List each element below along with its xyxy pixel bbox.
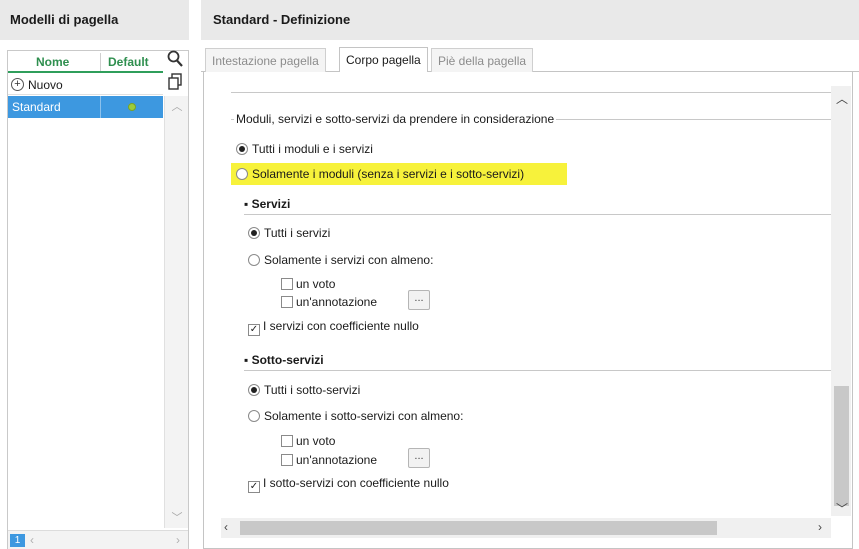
new-model-row[interactable]: + Nuovo [8, 75, 163, 95]
checkbox-servizi-annotazione[interactable]: un'annotazione [281, 295, 377, 309]
checkbox-sotto-voto[interactable]: un voto [281, 434, 335, 448]
definition-title: Standard - Definizione [201, 0, 859, 40]
radio-label: Solamente i moduli (senza i servizi e i … [252, 167, 525, 181]
radio-label: Tutti i sotto-servizi [264, 383, 361, 397]
radio-label: Tutti i servizi [264, 226, 331, 240]
check-icon: ✓ [248, 481, 260, 493]
models-list-panel [7, 50, 189, 549]
checkbox-sotto-coeff[interactable]: ✓ I sotto-servizi con coefficiente nullo [248, 476, 449, 493]
checkbox-label: un'annotazione [296, 453, 378, 467]
checkbox-label: I sotto-servizi con coefficiente nullo [263, 476, 449, 490]
section-title-servizi: ▪ Servizi [244, 197, 291, 211]
chevron-left-icon[interactable]: ‹ [224, 520, 228, 534]
checkbox-label: un voto [296, 277, 336, 291]
radio-all-servizi[interactable]: Tutti i servizi [248, 226, 330, 240]
radio-some-sotto-servizi[interactable]: Solamente i sotto-servizi con almeno: [248, 409, 463, 423]
chevron-up-icon[interactable]: ︿ [165, 98, 189, 114]
radio-icon [248, 410, 260, 422]
chevron-left-icon[interactable]: ‹ [30, 533, 34, 547]
checkbox-servizi-voto[interactable]: un voto [281, 277, 335, 291]
checkbox-label: un'annotazione [296, 295, 378, 309]
radio-label: Tutti i moduli e i servizi [252, 142, 373, 156]
chevron-right-icon[interactable]: › [176, 533, 180, 547]
section-divider [244, 370, 831, 371]
section-title-sotto-servizi: ▪ Sotto-servizi [244, 353, 324, 367]
tab-bar: Intestazione pagella Corpo pagella Piè d… [201, 44, 859, 72]
list-horizontal-scrollbar[interactable]: 1 ‹ › [8, 530, 188, 549]
chevron-up-icon[interactable]: ︿ [836, 90, 848, 107]
duplicate-icon[interactable] [165, 73, 185, 96]
radio-icon [248, 384, 260, 396]
tab-intestazione[interactable]: Intestazione pagella [205, 48, 326, 72]
radio-label: Solamente i servizi con almeno: [264, 253, 434, 267]
tab-corpo[interactable]: Corpo pagella [339, 47, 428, 72]
new-model-label: Nuovo [28, 78, 63, 92]
cell-separator [100, 96, 101, 118]
vertical-scroll-thumb[interactable] [834, 386, 849, 506]
chevron-down-icon[interactable]: ﹀ [836, 500, 848, 517]
radio-only-modules[interactable]: Solamente i moduli (senza i servizi e i … [236, 167, 524, 181]
tab-pie[interactable]: Piè della pagella [431, 48, 534, 72]
chevron-right-icon[interactable]: › [818, 520, 822, 534]
list-item[interactable]: Standard [8, 96, 163, 118]
checkbox-icon [281, 435, 293, 447]
checkbox-icon [281, 296, 293, 308]
checkbox-label: un voto [296, 434, 336, 448]
radio-some-servizi[interactable]: Solamente i servizi con almeno: [248, 253, 433, 267]
left-panel-title: Modelli di pagella [0, 0, 189, 40]
list-vertical-scrollbar[interactable]: ︿ ﹀ [164, 96, 188, 528]
radio-label: Solamente i sotto-servizi con almeno: [264, 409, 464, 423]
column-default[interactable]: Default [108, 55, 149, 69]
column-nome[interactable]: Nome [36, 55, 69, 69]
radio-all-modules[interactable]: Tutti i moduli e i servizi [236, 142, 373, 156]
group-title: Moduli, servizi e sotto-servizi da prend… [234, 112, 557, 126]
divider [231, 92, 831, 93]
annotazione-options-button[interactable]: ... [408, 448, 430, 468]
checkbox-label: I servizi con coefficiente nullo [263, 319, 419, 333]
radio-icon [236, 168, 248, 180]
radio-all-sotto-servizi[interactable]: Tutti i sotto-servizi [248, 383, 360, 397]
model-name: Standard [12, 100, 61, 114]
annotazione-options-button[interactable]: ... [408, 290, 430, 310]
chevron-down-icon[interactable]: ﹀ [165, 509, 189, 525]
check-icon: ✓ [248, 324, 260, 336]
section-divider [244, 214, 831, 215]
plus-icon: + [11, 78, 24, 91]
checkbox-icon [281, 278, 293, 290]
list-column-header: Nome Default [8, 51, 163, 73]
checkbox-servizi-coeff[interactable]: ✓ I servizi con coefficiente nullo [248, 319, 419, 336]
radio-icon [236, 143, 248, 155]
search-icon[interactable] [165, 50, 185, 73]
checkbox-sotto-annotazione[interactable]: un'annotazione [281, 453, 377, 467]
horizontal-scroll-thumb[interactable] [240, 521, 717, 535]
default-indicator-icon [128, 103, 136, 111]
radio-icon [248, 254, 260, 266]
checkbox-icon [281, 454, 293, 466]
page-badge: 1 [10, 534, 25, 547]
column-separator [100, 53, 101, 71]
radio-icon [248, 227, 260, 239]
